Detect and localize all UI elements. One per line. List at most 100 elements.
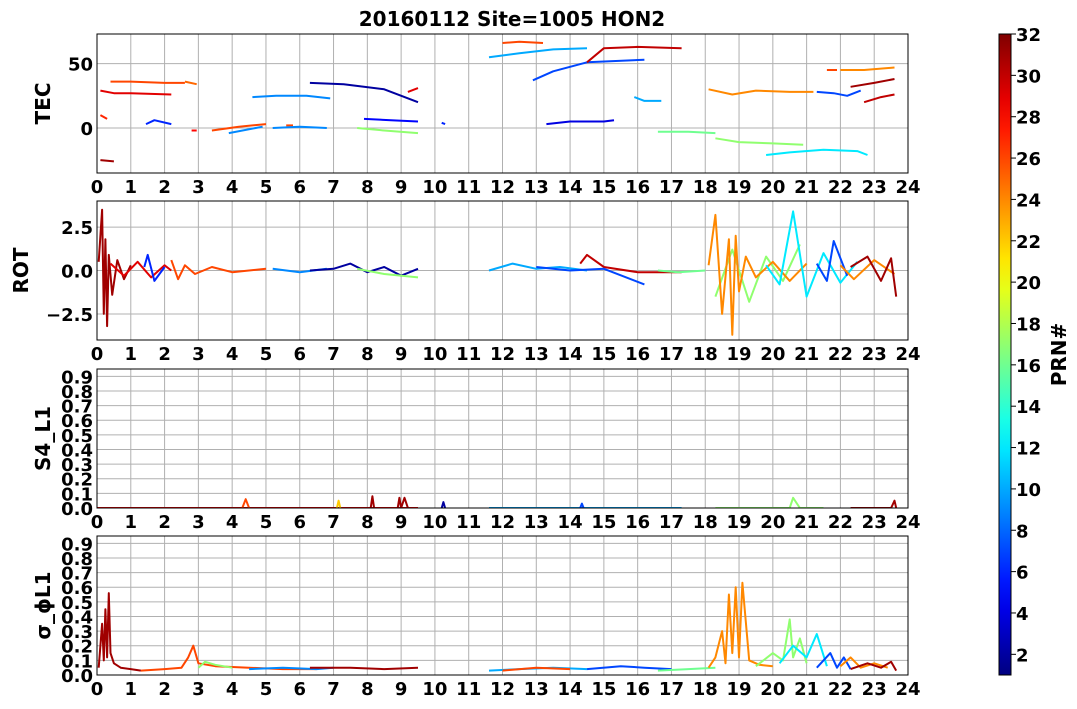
x-tick-label: 18 [693,512,718,533]
x-tick-label: 8 [361,177,374,198]
x-tick-label: 24 [895,344,920,365]
series-group [97,495,898,508]
colorbar-tick-label: 10 [1016,480,1041,501]
x-tick-label: 11 [456,177,481,198]
colorbar-tick-label: 2 [1016,645,1029,666]
colorbar-tick-label: 6 [1016,563,1029,584]
x-tick-label: 7 [327,512,340,533]
colorbar-tick-label: 14 [1016,397,1041,418]
x-tick-label: 23 [862,679,887,700]
x-tick-label: 6 [293,512,306,533]
x-tick-label: 10 [422,512,447,533]
x-tick-label: 2 [158,512,171,533]
series-line-prn12 [765,148,868,156]
colorbar-tick-label: 20 [1016,273,1041,294]
x-tick-label: 17 [659,679,684,700]
x-tick-label: 24 [895,679,920,700]
series-line-prn2 [309,81,419,104]
x-tick-label: 23 [862,177,887,198]
x-tick-label: 3 [192,679,205,700]
series-line-prn6 [441,121,446,126]
colorbar-tick-label: 8 [1016,521,1029,542]
x-tick-label: 1 [125,679,138,700]
series-line-prn26 [241,498,251,508]
x-tick-label: 6 [293,177,306,198]
colorbar-rect [998,33,1012,676]
colorbar-tick-label: 24 [1016,190,1041,211]
x-tick-label: 4 [226,679,239,700]
colorbar-tick-label: 16 [1016,356,1041,377]
x-tick-label: 4 [226,177,239,198]
series-line-prn7 [536,266,645,286]
x-tick-label: 19 [727,679,752,700]
series-line-prn12 [765,210,859,298]
y-axis-label: S4_L1 [31,406,55,471]
series-line-prn9 [252,94,331,100]
colorbar: 2468101214161820222426283032 PRN# [998,25,1071,676]
x-tick-label: 21 [794,344,819,365]
x-tick-label: 1 [125,177,138,198]
panel-4: 0 1 2 3 4 5 6 7 8 9 10 11 12 13 14 15 16 17 18 19 20 21 22 23 24… [31,534,921,700]
x-tick-label: 13 [524,679,549,700]
x-tick-label: 19 [727,344,752,365]
series-line-prn7 [532,58,645,82]
x-tick-label: 12 [490,512,515,533]
x-tick-label: 15 [591,177,616,198]
series-line-prn26 [170,259,267,281]
x-tick-label: 21 [794,679,819,700]
series-line-prn10 [488,47,588,59]
colorbar-tick-label: 18 [1016,314,1041,335]
x-tick-label: 15 [591,512,616,533]
series-line-prn10 [633,96,662,102]
x-tick-label: 19 [727,512,752,533]
colorbar-tick-label: 4 [1016,604,1029,625]
series-line-prn26 [502,40,544,44]
x-tick-label: 17 [659,177,684,198]
x-tick-label: 0 [91,177,104,198]
x-tick-label: 1 [125,344,138,365]
x-tick-label: 13 [524,177,549,198]
x-tick-label: 10 [422,344,447,365]
series-line-prn31 [850,78,895,88]
x-tick-label: 22 [828,512,853,533]
series-line-prn29 [100,89,172,96]
colorbar-tick-label: 28 [1016,108,1041,129]
x-tick-label: 14 [558,512,583,533]
series-line-prn17 [715,496,824,508]
x-tick-label: 12 [490,177,515,198]
series-line-prn25 [184,80,197,86]
y-tick-label: −2.5 [46,305,93,326]
x-tick-label: 11 [456,679,481,700]
x-tick-label: 8 [361,679,374,700]
series-line-prn17 [715,137,804,146]
x-tick-label: 23 [862,344,887,365]
series-line-prn24 [708,88,814,96]
series-line-prn31 [97,592,142,672]
x-tick-label: 22 [828,679,853,700]
x-tick-label: 3 [192,177,205,198]
figure-title: 20160112 Site=1005 HON2 [359,7,665,31]
x-tick-label: 20 [760,512,785,533]
colorbar-tick-label: 32 [1016,25,1041,46]
x-tick-label: 22 [828,177,853,198]
x-tick-label: 23 [862,512,887,533]
x-tick-label: 9 [395,344,408,365]
series-line-prn24 [707,581,773,669]
x-tick-label: 5 [260,679,273,700]
x-tick-label: 8 [361,512,374,533]
x-tick-label: 9 [395,679,408,700]
colorbar-label: PRN# [1047,323,1071,387]
series-group [99,40,895,163]
x-tick-label: 16 [625,512,650,533]
x-tick-label: 9 [395,512,408,533]
x-tick-label: 10 [422,177,447,198]
x-tick-label: 15 [591,679,616,700]
x-tick-label: 12 [490,679,515,700]
series-line-prn22 [335,499,342,508]
x-tick-label: 15 [591,344,616,365]
x-tick-label: 3 [192,512,205,533]
x-tick-label: 10 [422,679,447,700]
x-tick-label: 21 [794,512,819,533]
series-group [97,581,898,672]
x-tick-label: 2 [158,679,171,700]
